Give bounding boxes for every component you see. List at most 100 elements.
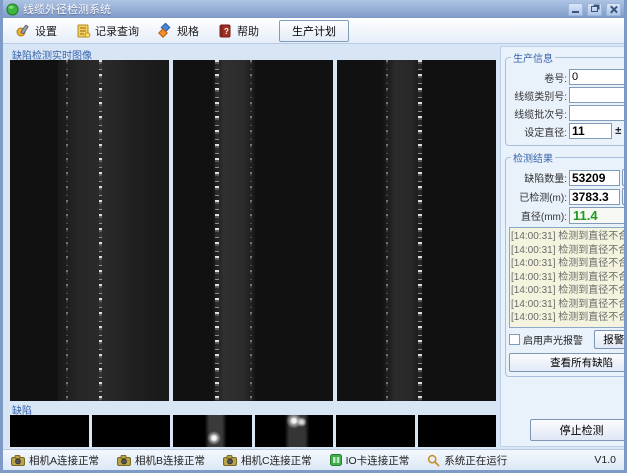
status-bar: 相机A连接正常 相机B连接正常 相机C连接正常 IO卡连接正常 系统正在运行: [3, 449, 624, 470]
defect-thumbnail[interactable]: [92, 415, 171, 447]
cable-strip: [58, 60, 170, 401]
cable-strip: [383, 60, 423, 401]
status-system-running-label: 系统正在运行: [444, 453, 507, 468]
reel-number-input[interactable]: [569, 69, 627, 85]
cable-batch-value: [570, 106, 627, 120]
cable-edge-highlight: [99, 60, 102, 401]
defect-thumbnail[interactable]: [255, 415, 334, 447]
spec-button[interactable]: 规格: [151, 21, 205, 41]
log-entry: [14:00:31] 检测到直径不合格: [511, 311, 627, 325]
log-entry: [14:00:31] 检测到直径不合格: [511, 230, 627, 244]
log-entry: [14:00:31] 检测到直径不合格: [511, 298, 627, 312]
cable-edge-highlight: [418, 60, 422, 401]
camera-icon: [117, 455, 131, 466]
spec-label: 规格: [177, 23, 199, 39]
defect-thumbnails: [10, 415, 496, 447]
detection-log[interactable]: [14:00:31] 检测到直径不合格 [14:00:31] 检测到直径不合格 …: [509, 227, 627, 328]
close-icon: [609, 5, 618, 14]
settings-icon: [15, 23, 31, 39]
status-io-card-label: IO卡连接正常: [346, 453, 410, 468]
minimize-icon: [572, 11, 579, 13]
cable-edge-faint: [386, 60, 388, 401]
stop-detection-button[interactable]: 停止检测: [530, 419, 627, 441]
log-entry: [14:00:31] 检测到直径不合格: [511, 284, 627, 298]
alarm-checkbox-label: 启用声光报警: [523, 332, 591, 347]
camera-icon: [223, 455, 237, 466]
record-query-button[interactable]: 记录查询: [69, 21, 145, 41]
side-panel: 生产信息 卷号: 线缆类别号: 线缆批次号:: [500, 46, 627, 447]
svg-text:?: ?: [224, 27, 229, 36]
camera-views: [10, 60, 496, 401]
set-diameter-label: 设定直径:: [509, 124, 567, 139]
status-io-card: IO卡连接正常: [330, 453, 410, 468]
camera-view-b: [173, 60, 332, 401]
current-diameter-value: 11.4: [569, 207, 627, 224]
record-query-icon: [75, 23, 91, 39]
cable-edge-highlight: [215, 60, 219, 401]
title-bar: 线缆外径检测系统: [3, 0, 624, 18]
help-label: 帮助: [237, 23, 259, 39]
settings-label: 设置: [35, 23, 57, 39]
cable-type-select[interactable]: [569, 87, 627, 103]
view-all-defects-button[interactable]: 查看所有缺陷: [509, 353, 627, 372]
cable-batch-select[interactable]: [569, 105, 627, 121]
measured-length-label: 已检测(m):: [509, 189, 567, 204]
status-camera-a-label: 相机A连接正常: [29, 453, 99, 468]
window-title: 线缆外径检测系统: [23, 1, 564, 17]
status-camera-b: 相机B连接正常: [117, 453, 205, 468]
production-info-header: 生产信息: [511, 50, 555, 65]
main-content: 缺陷检测实时图像 缺陷: [3, 44, 624, 449]
alarm-reset-button[interactable]: 报警复位: [594, 330, 627, 349]
version-label: V1.0: [594, 454, 616, 466]
detection-results-header: 检测结果: [511, 150, 555, 165]
alarm-checkbox[interactable]: [509, 334, 520, 345]
status-camera-c-label: 相机C连接正常: [241, 453, 312, 468]
defect-thumbnail[interactable]: [418, 415, 497, 447]
cable-type-label: 线缆类别号:: [509, 88, 567, 103]
log-entry: [14:00:31] 检测到直径不合格: [511, 271, 627, 285]
camera-icon: [11, 455, 25, 466]
defect-thumbnail[interactable]: [173, 415, 252, 447]
status-system-running: 系统正在运行: [427, 453, 507, 468]
app-icon: [6, 3, 19, 16]
defect-thumbnail[interactable]: [10, 415, 89, 447]
camera-view-a: [10, 60, 169, 401]
defect-thumbnail[interactable]: [336, 415, 415, 447]
cable-edge-faint: [250, 60, 252, 401]
panel-spacer: [505, 381, 627, 415]
status-camera-b-label: 相机B连接正常: [135, 453, 205, 468]
magnifier-icon: [427, 454, 440, 467]
io-card-icon: [330, 454, 342, 466]
defect-count-label: 缺陷数量:: [509, 170, 567, 185]
clear-defect-count-button[interactable]: 清零: [622, 169, 627, 186]
detection-log-lines: [14:00:31] 检测到直径不合格 [14:00:31] 检测到直径不合格 …: [510, 228, 627, 327]
record-query-label: 记录查询: [95, 23, 139, 39]
app-window: 线缆外径检测系统 设置: [0, 0, 627, 473]
minimize-button[interactable]: [568, 3, 583, 16]
set-diameter-input[interactable]: [569, 123, 612, 139]
defect-count-field[interactable]: [569, 170, 620, 186]
status-camera-c: 相机C连接正常: [223, 453, 312, 468]
cable-strip: [213, 60, 254, 401]
restore-button[interactable]: [587, 3, 602, 16]
log-entry: [14:00:31] 检测到直径不合格: [511, 244, 627, 258]
help-icon: ?: [217, 23, 233, 39]
clear-measured-length-button[interactable]: 清零: [622, 188, 627, 205]
defect-strip-label: 缺陷: [10, 401, 496, 415]
log-entry: [14:00:31] 检测到直径不合格: [511, 257, 627, 271]
cable-edge-faint: [66, 60, 68, 401]
plus-minus-sign: ±: [614, 125, 622, 137]
detection-results-group: 检测结果 缺陷数量: 清零 已检测(m): 清零 直径(mm): 11.4: [505, 150, 627, 377]
close-button[interactable]: [606, 3, 621, 16]
production-plan-button[interactable]: 生产计划: [279, 20, 349, 42]
reel-number-label: 卷号:: [509, 70, 567, 85]
toolbar: 设置 记录查询 规格: [3, 18, 624, 44]
camera-view-c: [337, 60, 496, 401]
measured-length-field[interactable]: [569, 189, 620, 205]
current-diameter-label: 直径(mm):: [509, 208, 567, 223]
live-image-panel: 缺陷检测实时图像 缺陷: [10, 46, 496, 447]
help-button[interactable]: ? 帮助: [211, 21, 265, 41]
settings-button[interactable]: 设置: [9, 21, 63, 41]
restore-icon: [591, 6, 598, 12]
status-camera-a: 相机A连接正常: [11, 453, 99, 468]
